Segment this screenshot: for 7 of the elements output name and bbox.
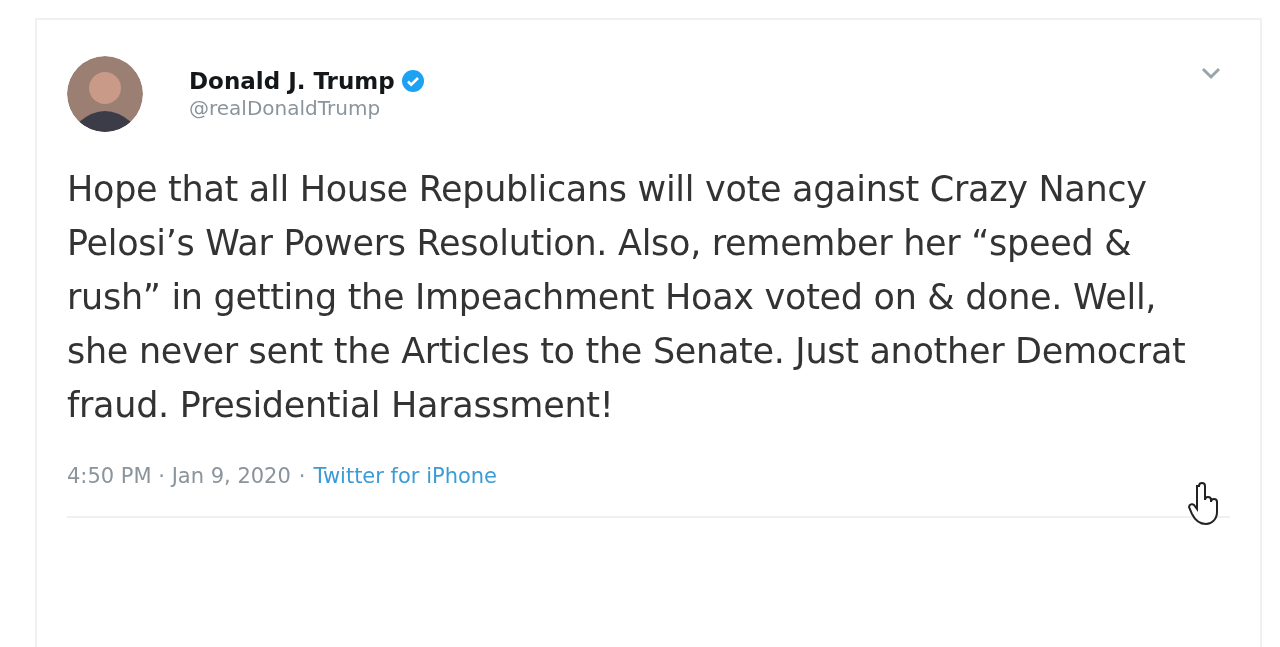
tweet-text: Hope that all House Republicans will vote against Crazy Nancy Pelosi’s War Powers Resolution. Also, remember her “speed & rush” in getting the Impeachment Hoax voted on & done. Well, she never sent the Articles to the Senate. Just another Democrat fraud. Presidential Harassment!	[67, 168, 1187, 427]
source-link[interactable]: Twitter for iPhone	[313, 464, 498, 488]
author-handle[interactable]: @realDonaldTrump	[189, 96, 425, 120]
avatar-icon[interactable]	[67, 56, 143, 132]
author-name[interactable]: Donald J. Trump	[189, 68, 395, 94]
tweet-time[interactable]: 4:50 PM · Jan 9, 2020	[67, 464, 291, 488]
separator-dot: ·	[298, 464, 306, 488]
